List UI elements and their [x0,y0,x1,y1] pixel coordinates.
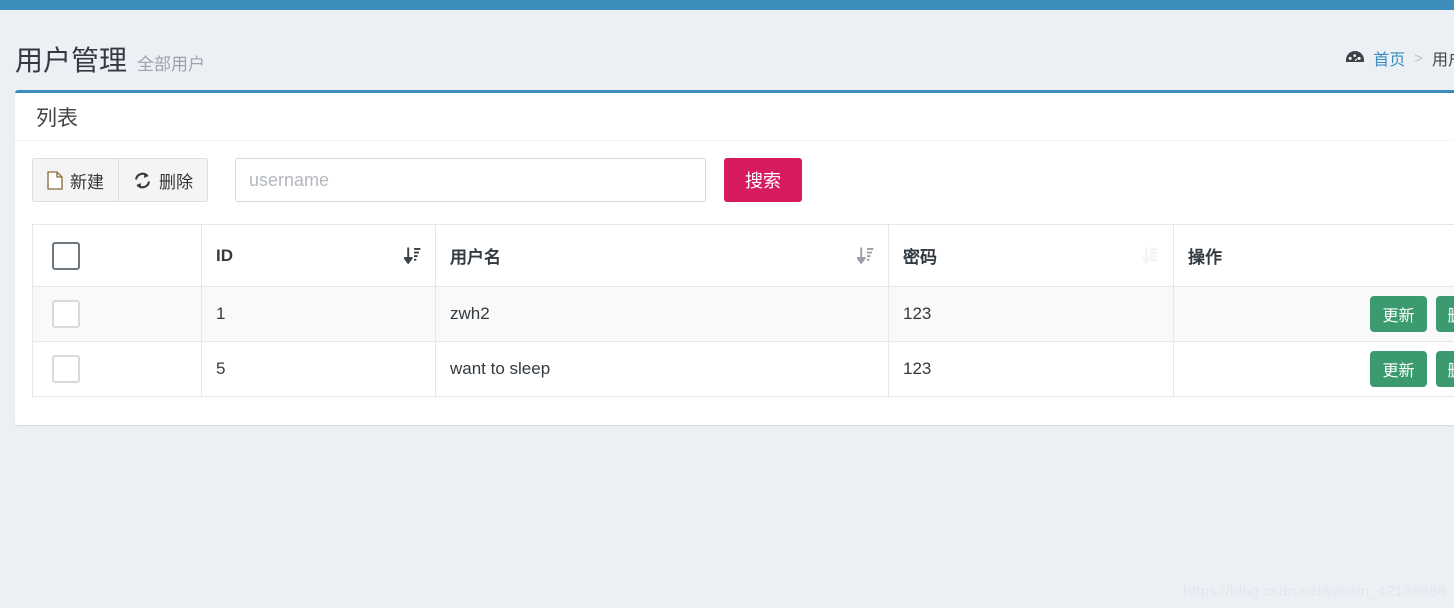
top-blue-bar [0,0,1454,10]
bulk-delete-button[interactable]: 删除 [119,158,208,202]
row-select-wrap [47,300,187,328]
breadcrumb: 首页 > 用户管 [1345,46,1454,70]
header-cell-id[interactable]: ID [201,224,436,287]
row-actions: 更新 删除 [1296,351,1454,387]
header-label-username: 用户名 [450,248,501,267]
update-button[interactable]: 更新 [1370,351,1427,387]
search-input[interactable] [235,158,706,202]
panel-header: 列表 [15,93,1454,140]
table-body: 1 zwh2 123 更新 删除 [32,286,1454,397]
row-checkbox[interactable] [52,355,80,383]
toolbar-button-group: 新建 删除 [32,158,208,202]
watermark: https://blog.csdn.net/weixin_42189888 [1183,583,1446,600]
update-button[interactable]: 更新 [1370,296,1427,332]
panel-title: 列表 [36,106,78,130]
table-container: ID 用户名 密码 操作 1 zwh2 123 更新 5 want to sle… [32,224,1454,397]
bulk-delete-button-label: 删除 [159,172,193,192]
table-head: ID 用户名 密码 操作 [32,224,1454,287]
header-cell-select-all [32,224,202,287]
page-subtitle: 全部用户 [137,54,206,74]
select-all-checkbox[interactable] [52,241,80,270]
sort-desc-icon-password[interactable] [1141,246,1159,265]
row-actions: 更新 删除 [1296,296,1454,332]
header-cell-username[interactable]: 用户名 [435,224,889,287]
search-button[interactable]: 搜索 [724,158,802,202]
new-button[interactable]: 新建 [32,158,119,202]
cell-password: 123 [888,341,1174,397]
breadcrumb-separator: > [1414,49,1423,67]
users-table: ID 用户名 密码 操作 1 zwh2 123 更新 5 want to sle… [32,224,1454,397]
list-panel: 列表 新建 删除 username 搜索 ID 用户名 密码 操作 1 zwh2… [15,90,1454,425]
refresh-icon [133,171,152,190]
header-cell-operations: 操作 [1173,224,1454,287]
page-title-text: 用户管理 [15,44,128,76]
row-select-cell [32,341,202,397]
row-select-cell [32,286,202,342]
tachometer-icon [1345,48,1365,68]
cell-operations: 更新 删除 [1173,341,1454,397]
cell-username: want to sleep [435,341,889,397]
select-all-wrap [47,241,187,270]
new-button-label: 新建 [70,172,104,192]
breadcrumb-current: 用户管 [1431,52,1454,69]
page-title: 用户管理 全部用户 [15,45,205,81]
content-header: 用户管理全部用户 首页 > 用户管 [0,10,1454,78]
sort-desc-icon-id[interactable] [403,246,421,265]
toolbar: 新建 删除 搜索 [32,158,1454,202]
cell-id: 1 [201,286,436,342]
row-select-wrap [47,355,187,383]
table-row: 5 want to sleep 123 更新 删除 [32,341,1454,397]
cell-username: zwh2 [435,286,889,342]
sort-desc-icon-username[interactable] [856,246,874,265]
header-cell-password[interactable]: 密码 [888,224,1174,287]
file-icon [47,170,63,190]
table-row: 1 zwh2 123 更新 删除 [32,286,1454,342]
header-label-operations: 操作 [1188,248,1222,267]
delete-button[interactable]: 删除 [1435,296,1454,332]
delete-button[interactable]: 删除 [1435,351,1454,387]
cell-password: 123 [888,286,1174,342]
panel-body: 新建 删除 搜索 [15,140,1454,425]
row-checkbox[interactable] [52,300,80,328]
cell-id: 5 [201,341,436,397]
cell-operations: 更新 删除 [1173,286,1454,342]
table-header-row: ID 用户名 密码 操作 [32,224,1454,287]
breadcrumb-home-link[interactable]: 首页 [1373,46,1405,70]
header-label-id: ID [216,245,233,265]
header-label-password: 密码 [903,248,937,267]
